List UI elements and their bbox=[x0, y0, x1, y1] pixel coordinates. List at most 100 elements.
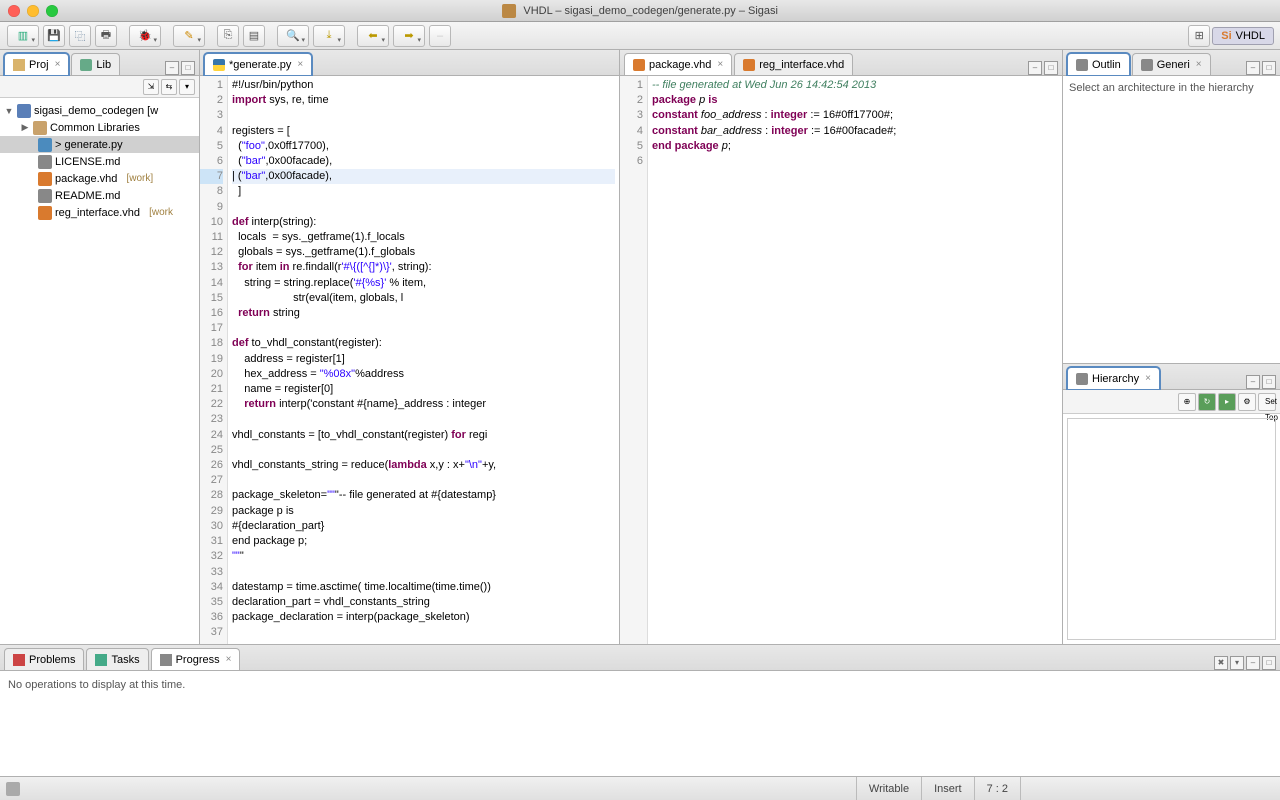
maximize-view-icon[interactable]: □ bbox=[1262, 61, 1276, 75]
tree-file-readme[interactable]: README.md bbox=[0, 187, 199, 204]
tab-problems[interactable]: Problems bbox=[4, 648, 84, 670]
vhdl-file-icon bbox=[38, 172, 52, 186]
new-button[interactable]: ▥ bbox=[7, 25, 39, 47]
python-editor[interactable]: 1234567891011121314151617181920212223242… bbox=[200, 76, 619, 644]
tab-label: Proj bbox=[29, 59, 49, 71]
python-icon bbox=[213, 59, 225, 71]
perspective-label: VHDL bbox=[1236, 30, 1265, 42]
minimize-view-icon[interactable]: – bbox=[165, 61, 179, 75]
maximize-view-icon[interactable]: □ bbox=[181, 61, 195, 75]
tree-common-libs[interactable]: ▶ Common Libraries bbox=[0, 119, 199, 136]
editor-tabs-left: *generate.py × bbox=[200, 50, 619, 76]
refresh-icon[interactable]: ↻ bbox=[1198, 393, 1216, 411]
zoom-icon[interactable] bbox=[46, 5, 58, 17]
tab-libraries[interactable]: Lib bbox=[71, 53, 120, 75]
link-editor-icon[interactable]: ⇆ bbox=[161, 79, 177, 95]
expand-icon[interactable]: ⊕ bbox=[1178, 393, 1196, 411]
status-icon[interactable] bbox=[6, 782, 20, 796]
close-icon[interactable]: × bbox=[1145, 373, 1151, 384]
folder-icon bbox=[13, 59, 25, 71]
search-button[interactable]: 🔍 bbox=[277, 25, 309, 47]
problems-icon bbox=[13, 654, 25, 666]
close-icon[interactable]: × bbox=[226, 654, 232, 665]
run-button[interactable]: ✎ bbox=[173, 25, 205, 47]
hierarchy-content[interactable] bbox=[1067, 418, 1276, 640]
filter-icon[interactable]: ⚙ bbox=[1238, 393, 1256, 411]
tree-project-root[interactable]: ▼ sigasi_demo_codegen [w bbox=[0, 102, 199, 119]
tree-label: reg_interface.vhd bbox=[55, 207, 140, 219]
minimize-icon[interactable] bbox=[27, 5, 39, 17]
tab-label: Outlin bbox=[1092, 59, 1121, 71]
tab-label: Hierarchy bbox=[1092, 373, 1139, 385]
minimize-view-icon[interactable]: – bbox=[1246, 61, 1260, 75]
code-area[interactable]: -- file generated at Wed Jun 26 14:42:54… bbox=[648, 76, 1062, 644]
view-menu-icon[interactable]: ▾ bbox=[179, 79, 195, 95]
minimize-view-icon[interactable]: – bbox=[1246, 656, 1260, 670]
close-icon[interactable]: × bbox=[297, 59, 303, 70]
toggle-block-button[interactable]: ▤ bbox=[243, 25, 265, 47]
vhdl-editor[interactable]: 123456 -- file generated at Wed Jun 26 1… bbox=[620, 76, 1062, 644]
python-file-icon bbox=[38, 138, 52, 152]
outline-message: Select an architecture in the hierarchy bbox=[1069, 82, 1254, 94]
forward-button[interactable]: ➡ bbox=[393, 25, 425, 47]
window-title-text: VHDL – sigasi_demo_codegen/generate.py –… bbox=[523, 5, 778, 17]
window-controls bbox=[8, 5, 58, 17]
toggle-mark-button[interactable]: ⎘ bbox=[217, 25, 239, 47]
generics-icon bbox=[1141, 59, 1153, 71]
tasks-icon bbox=[95, 654, 107, 666]
maximize-view-icon[interactable]: □ bbox=[1044, 61, 1058, 75]
maximize-view-icon[interactable]: □ bbox=[1262, 375, 1276, 389]
library-icon bbox=[80, 59, 92, 71]
set-top-button[interactable]: Set Top bbox=[1258, 393, 1276, 411]
app-icon bbox=[502, 4, 516, 18]
chevron-right-icon[interactable]: ▶ bbox=[20, 122, 30, 133]
close-icon[interactable]: × bbox=[55, 59, 61, 70]
vhdl-icon bbox=[633, 59, 645, 71]
md-file-icon bbox=[38, 189, 52, 203]
stop-button[interactable]: – bbox=[429, 25, 451, 47]
bottom-tabs: Problems Tasks Progress × ✖ ▾ – □ bbox=[0, 645, 1280, 671]
chevron-down-icon[interactable]: ▼ bbox=[4, 106, 14, 116]
minimize-view-icon[interactable]: – bbox=[1246, 375, 1260, 389]
vhdl-perspective-button[interactable]: Si VHDL bbox=[1212, 27, 1274, 45]
remove-all-icon[interactable]: ✖ bbox=[1214, 656, 1228, 670]
tree-file-license[interactable]: LICENSE.md bbox=[0, 153, 199, 170]
auto-icon[interactable]: ▸ bbox=[1218, 393, 1236, 411]
tab-progress[interactable]: Progress × bbox=[151, 648, 241, 670]
tab-tasks[interactable]: Tasks bbox=[86, 648, 148, 670]
progress-message: No operations to display at this time. bbox=[8, 679, 185, 691]
close-icon[interactable] bbox=[8, 5, 20, 17]
annotate-button[interactable]: ⤓ bbox=[313, 25, 345, 47]
maximize-view-icon[interactable]: □ bbox=[1262, 656, 1276, 670]
tab-project-explorer[interactable]: Proj × bbox=[4, 53, 69, 75]
tab-package-vhd[interactable]: package.vhd × bbox=[624, 53, 732, 75]
collapse-all-icon[interactable]: ⇲ bbox=[143, 79, 159, 95]
code-area[interactable]: #!/usr/bin/pythonimport sys, re, time re… bbox=[228, 76, 619, 644]
tab-generics[interactable]: Generi × bbox=[1132, 53, 1211, 75]
print-button[interactable]: 🖶 bbox=[95, 25, 117, 47]
open-perspective-button[interactable]: ⊞ bbox=[1188, 25, 1210, 47]
save-button[interactable]: 💾 bbox=[43, 25, 65, 47]
window-title: VHDL – sigasi_demo_codegen/generate.py –… bbox=[502, 3, 778, 18]
status-writable: Writable bbox=[856, 777, 921, 800]
close-icon[interactable]: × bbox=[717, 59, 723, 70]
close-icon[interactable]: × bbox=[1196, 59, 1202, 70]
tree-label: sigasi_demo_codegen [w bbox=[34, 105, 158, 117]
save-all-button[interactable]: ⿻ bbox=[69, 25, 91, 47]
status-insert: Insert bbox=[921, 777, 974, 800]
project-tree[interactable]: ▼ sigasi_demo_codegen [w ▶ Common Librar… bbox=[0, 98, 199, 644]
back-button[interactable]: ⬅ bbox=[357, 25, 389, 47]
tree-file-generate[interactable]: > generate.py bbox=[0, 136, 199, 153]
tree-file-package[interactable]: package.vhd [work] bbox=[0, 170, 199, 187]
tab-reg-interface-vhd[interactable]: reg_interface.vhd bbox=[734, 53, 853, 75]
tab-label: Generi bbox=[1157, 59, 1190, 71]
debug-button[interactable]: 🐞 bbox=[129, 25, 161, 47]
tab-generate-py[interactable]: *generate.py × bbox=[204, 53, 312, 75]
tab-outline[interactable]: Outlin bbox=[1067, 53, 1130, 75]
tree-file-reg-interface[interactable]: reg_interface.vhd [work bbox=[0, 204, 199, 221]
tab-label: Problems bbox=[29, 654, 75, 666]
view-menu-icon[interactable]: ▾ bbox=[1230, 656, 1244, 670]
tab-hierarchy[interactable]: Hierarchy × bbox=[1067, 367, 1160, 389]
outline-body: Select an architecture in the hierarchy bbox=[1063, 76, 1280, 363]
minimize-view-icon[interactable]: – bbox=[1028, 61, 1042, 75]
